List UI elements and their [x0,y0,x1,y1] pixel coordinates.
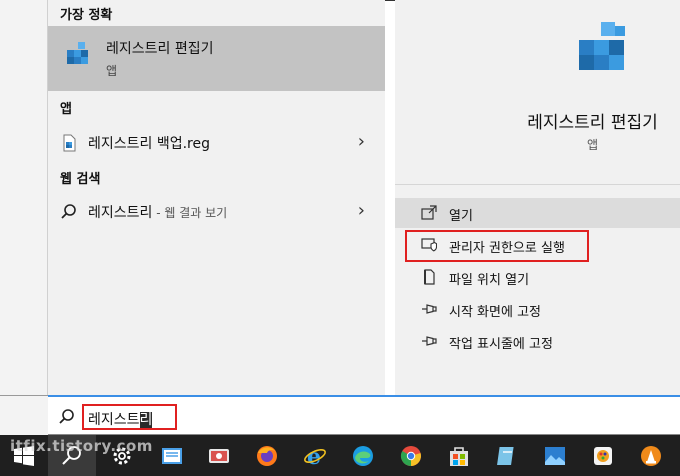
result-web-search[interactable]: 레지스트리 - 웹 결과 보기 › [48,196,385,226]
chrome-taskbar-button[interactable] [387,435,435,476]
search-icon [59,409,74,424]
action-label: 파일 위치 열기 [449,273,530,288]
app-detail-pane: 레지스트리 편집기 앱 열기 관리자 권한으로 실행 파일 위치 열기 시작 화… [395,0,680,395]
web-search-header: 웹 검색 [60,172,101,187]
web-query: 레지스트리 [88,205,153,221]
search-selected-text: 리 [139,412,153,428]
reader-taskbar-button[interactable] [148,435,196,476]
pin-icon [422,304,437,314]
firefox-taskbar-button[interactable] [243,435,291,476]
action-open-file-location[interactable]: 파일 위치 열기 [395,262,680,292]
search-typed: 레지스트 [88,412,140,428]
search-input[interactable]: 레지스트리 [82,404,177,430]
action-pin-to-start[interactable]: 시작 화면에 고정 [395,294,680,324]
paint-taskbar-button[interactable] [579,435,627,476]
chrome-icon [400,446,421,467]
search-bar[interactable]: 레지스트리 [48,395,680,435]
action-label: 시작 화면에 고정 [449,305,541,320]
pin-icon [422,336,437,346]
internet-explorer-icon: e [304,444,326,468]
best-match-header: 가장 정확 [60,8,113,23]
action-pin-to-taskbar[interactable]: 작업 표시줄에 고정 [395,326,680,356]
chevron-right-icon[interactable]: › [358,131,365,152]
best-match-subtitle: 앱 [106,64,118,78]
divider [395,184,680,185]
edge-taskbar-button[interactable] [339,435,387,476]
detail-app-type: 앱 [586,138,599,152]
result-label: 레지스트리 백업.reg [88,136,211,152]
svg-text:e: e [307,444,321,468]
web-hint: - 웹 결과 보기 [152,206,228,220]
ie-taskbar-button[interactable]: e [291,435,339,476]
photos-icon [545,447,565,465]
best-match-item[interactable]: 레지스트리 편집기 앱 [48,26,385,91]
file-location-icon [424,269,435,285]
best-match-title: 레지스트리 편집기 [106,41,214,57]
photos-taskbar-button[interactable] [531,435,579,476]
screen-capture-taskbar-button[interactable] [195,435,243,476]
vlc-taskbar-button[interactable] [627,435,675,476]
store-icon [450,447,468,466]
action-open[interactable]: 열기 [395,198,680,228]
registry-editor-large-icon [579,22,625,70]
notes-app-icon [497,447,514,465]
start-left-strip [0,0,48,395]
vlc-icon [641,446,661,466]
paint-icon [594,447,612,465]
watermark: itfix.tistory.com [10,437,153,455]
result-registry-backup[interactable]: 레지스트리 백업.reg › [48,127,385,157]
detail-app-name: 레지스트리 편집기 [527,113,658,133]
search-results-pane: 가장 정확 레지스트리 편집기 앱 앱 레지스트리 백업.reg › 웹 검색 … [48,0,385,395]
start-left-strip-bottom [0,395,48,435]
reader-app-icon [162,448,182,464]
action-label: 열기 [449,209,473,224]
screen-capture-icon [209,449,229,463]
edge-icon [353,446,373,466]
reg-file-icon [63,134,76,152]
search-icon [61,204,76,219]
chevron-right-icon[interactable]: › [358,200,365,221]
result-label: 레지스트리 - 웹 결과 보기 [88,202,227,222]
store-taskbar-button[interactable] [435,435,483,476]
open-icon [421,205,437,220]
action-label: 작업 표시줄에 고정 [449,337,553,352]
admin-highlight-box [405,230,589,262]
registry-editor-icon [67,42,88,64]
apps-header: 앱 [60,102,72,117]
firefox-icon [257,446,277,466]
notes-taskbar-button[interactable] [483,435,531,476]
